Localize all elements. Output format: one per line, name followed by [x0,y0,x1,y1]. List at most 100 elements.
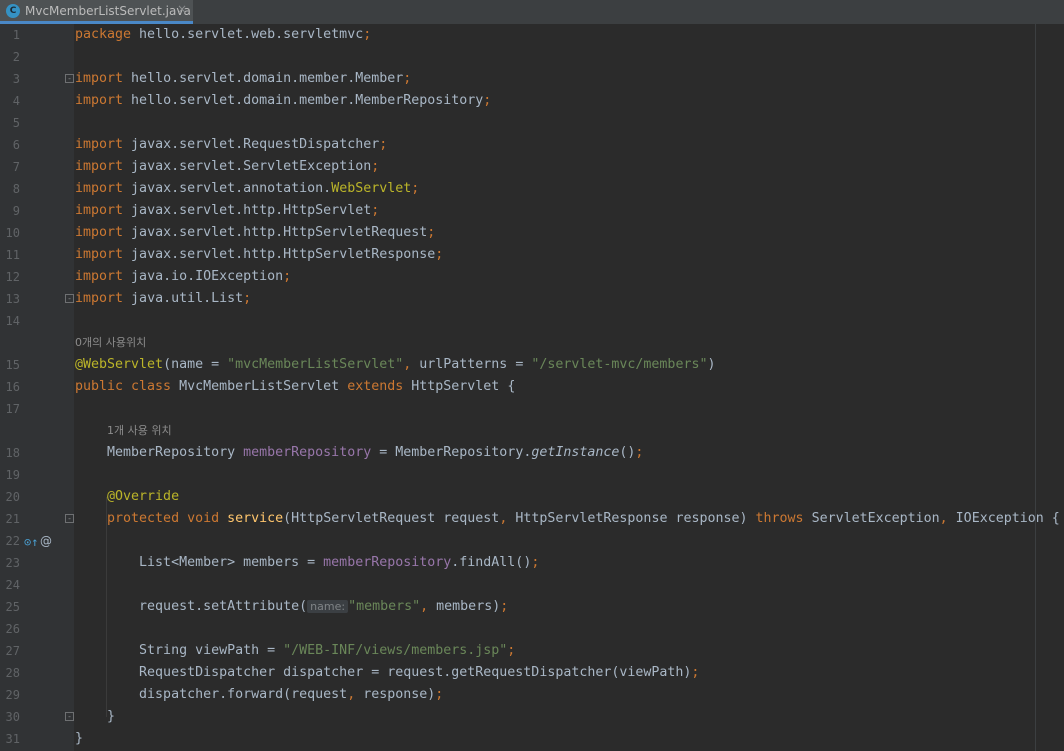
code-line[interactable]: @Override [75,486,179,508]
line-number[interactable]: 25 [0,596,20,618]
editor-gutter[interactable]: - - - - ⊙↑ @ 1 2 3 4 5 6 7 8 9 10 11 12 13 14 15 16 17 18… [0,24,74,751]
code-token: ; [411,181,420,196]
line-number[interactable]: 3 [0,68,20,90]
line-number[interactable]: 20 [0,486,20,508]
code-token: WebServlet [331,181,412,196]
line-number[interactable]: 26 [0,618,20,640]
line-number[interactable]: 14 [0,310,20,332]
code-line[interactable]: import javax.servlet.annotation.WebServl… [75,178,419,200]
line-number[interactable]: 8 [0,178,20,200]
code-token: hello.servlet.web.servletmvc [131,27,364,42]
right-margin-guide [1035,24,1036,751]
code-line[interactable]: public class MvcMemberListServlet extend… [75,376,515,398]
code-line[interactable]: import hello.servlet.domain.member.Membe… [75,90,491,112]
code-line[interactable]: import hello.servlet.domain.member.Membe… [75,68,411,90]
line-number[interactable]: 30 [0,706,20,728]
line-number[interactable]: 12 [0,266,20,288]
code-token: (name = [163,357,228,372]
code-line[interactable]: } [75,706,115,728]
code-token: } [75,731,84,746]
close-icon[interactable]: × [177,2,187,16]
code-line[interactable]: MemberRepository memberRepository = Memb… [75,442,643,464]
line-number[interactable]: 28 [0,662,20,684]
code-token: HttpServlet { [403,379,516,394]
fold-marker-icon[interactable]: - [65,712,74,721]
code-line[interactable]: String viewPath = "/WEB-INF/views/member… [75,640,515,662]
code-token: ; [379,137,388,152]
line-number[interactable]: 22 [0,530,20,552]
line-number[interactable]: 24 [0,574,20,596]
code-token: MemberRepository [75,445,244,460]
code-token: public class [75,379,172,394]
code-token: ; [427,225,436,240]
code-token: ) [707,357,716,372]
code-line[interactable]: import java.util.List; [75,288,251,310]
code-token: memberRepository [323,555,452,570]
code-token: ; [691,665,700,680]
code-token: dispatcher.forward(request [75,687,348,702]
line-number[interactable]: 16 [0,376,20,398]
line-number[interactable]: 7 [0,156,20,178]
code-token: memberRepository [243,445,372,460]
file-tab[interactable]: C MvcMemberListServlet.java × [0,0,193,24]
line-number[interactable]: 1 [0,24,20,46]
fold-marker-icon[interactable]: - [65,74,74,83]
code-line[interactable]: RequestDispatcher dispatcher = request.g… [75,662,699,684]
line-number[interactable]: 18 [0,442,20,464]
code-line[interactable]: protected void service(HttpServletReques… [75,508,1060,530]
line-number[interactable]: 11 [0,244,20,266]
line-number[interactable]: 29 [0,684,20,706]
code-token: import [75,203,124,218]
override-method-icon[interactable]: ⊙↑ [24,535,38,549]
code-token: .findAll() [451,555,532,570]
code-line[interactable]: import javax.servlet.http.HttpServlet; [75,200,379,222]
line-number[interactable]: 15 [0,354,20,376]
line-number[interactable]: 27 [0,640,20,662]
line-number[interactable]: 9 [0,200,20,222]
code-line[interactable]: request.setAttribute(name: "members", mem… [75,596,508,618]
code-line[interactable]: List<Member> members = memberRepository.… [75,552,539,574]
code-token: MvcMemberListServlet [171,379,348,394]
code-line[interactable]: import java.io.IOException; [75,266,291,288]
code-token: "mvcMemberListServlet" [227,357,404,372]
line-number[interactable]: 4 [0,90,20,112]
line-number[interactable]: 19 [0,464,20,486]
code-token: RequestDispatcher dispatcher = request.g… [75,665,692,680]
code-token: import [75,247,124,262]
usage-hint[interactable]: 1개 사용 위치 [107,420,172,442]
line-number[interactable]: 6 [0,134,20,156]
code-line[interactable]: import javax.servlet.ServletException; [75,156,379,178]
annotation-marker-icon[interactable]: @ [40,534,52,548]
code-token: extends [347,379,404,394]
line-number[interactable]: 17 [0,398,20,420]
code-line[interactable]: import javax.servlet.http.HttpServletReq… [75,222,435,244]
line-number[interactable]: 13 [0,288,20,310]
line-number[interactable]: 23 [0,552,20,574]
fold-marker-icon[interactable]: - [65,514,74,523]
code-token: ; [371,203,380,218]
usage-hint[interactable]: 0개의 사용위치 [75,332,146,354]
line-number[interactable]: 31 [0,728,20,750]
code-token: ; [363,27,372,42]
code-line[interactable]: } [75,728,83,750]
code-line[interactable]: import javax.servlet.RequestDispatcher; [75,134,387,156]
code-token: package [75,27,132,42]
code-token: getInstance [531,445,620,460]
fold-marker-icon[interactable]: - [65,294,74,303]
code-token: ; [371,159,380,174]
code-line[interactable]: import javax.servlet.http.HttpServletRes… [75,244,443,266]
code-editor[interactable]: 0개의 사용위치 1개 사용 위치 package hello.servlet.… [74,24,1064,751]
code-token: } [75,709,116,724]
code-token: String viewPath = [75,643,284,658]
line-number[interactable]: 2 [0,46,20,68]
parameter-hint: name: [307,600,349,613]
code-line[interactable]: package hello.servlet.web.servletmvc; [75,24,371,46]
line-number[interactable]: 10 [0,222,20,244]
code-token: java.io.IOException [123,269,284,284]
code-line[interactable]: @WebServlet(name = "mvcMemberListServlet… [75,354,715,376]
line-number[interactable]: 21 [0,508,20,530]
line-number[interactable]: 5 [0,112,20,134]
code-line[interactable]: dispatcher.forward(request, response); [75,684,443,706]
code-token: response) [355,687,436,702]
code-token: List<Member> members = [75,555,324,570]
